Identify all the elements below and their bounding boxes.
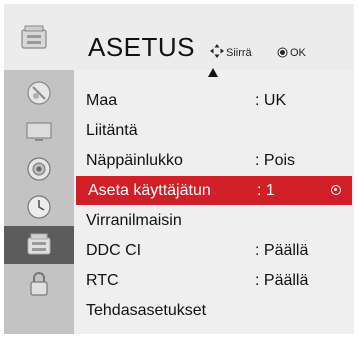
- menu-item-aseta-kayttajatun[interactable]: Aseta käyttäjätun : 1: [76, 176, 352, 205]
- menu-item-label: Tehdasasetukset: [86, 302, 207, 319]
- menu-item-label: Maa: [86, 92, 118, 109]
- menu-item-tehdasasetukset[interactable]: Tehdasasetukset: [74, 296, 354, 325]
- settings-list: Maa : UK Liitäntä Näppäinlukko : Pois As…: [74, 70, 354, 334]
- sidebar-item-lock[interactable]: [4, 264, 74, 302]
- menu-item-value: : Pois: [255, 152, 296, 169]
- menu-item-virranilmaisin[interactable]: Virranilmaisin: [74, 206, 354, 235]
- menu-item-label: RTC: [86, 272, 119, 289]
- menu-item-label: Aseta käyttäjätun: [88, 182, 211, 199]
- lock-icon: [30, 272, 48, 296]
- satellite-dish-icon: [27, 81, 51, 105]
- tv-monitor-icon: [26, 122, 52, 141]
- menu-item-rtc[interactable]: RTC : Päällä: [74, 266, 354, 295]
- ok-hint: OK: [290, 47, 306, 59]
- sidebar-item-channel[interactable]: [4, 74, 74, 112]
- setup-box-icon: [27, 233, 51, 255]
- menu-item-liitanta[interactable]: Liitäntä: [74, 116, 354, 145]
- setup-menu-window: ASETUS Siirrä OK Maa: UK Liitäntä Näppä…: [4, 4, 354, 334]
- sidebar-item-setup[interactable]: [4, 226, 74, 264]
- setup-box-icon: [21, 25, 47, 49]
- speaker-icon: [27, 157, 51, 181]
- menu-item-label: Liitäntä: [86, 122, 138, 139]
- category-sidebar: [4, 70, 74, 334]
- menu-item-value: : 1: [257, 182, 275, 199]
- menu-item-nappainlukko[interactable]: Näppäinlukko : Pois: [74, 146, 354, 175]
- clock-icon: [27, 195, 51, 219]
- sidebar-item-audio[interactable]: [4, 150, 74, 188]
- menu-item-maa[interactable]: Maa : UK: [74, 86, 354, 115]
- menu-item-value: : Päällä: [255, 272, 309, 289]
- menu-header: ASETUS Siirrä OK: [4, 4, 354, 70]
- menu-item-ddc-ci[interactable]: DDC CI : Päällä: [74, 236, 354, 265]
- move-arrows-icon: [210, 44, 224, 58]
- menu-item-value: : Päällä: [255, 242, 309, 259]
- sidebar-item-picture[interactable]: [4, 112, 74, 150]
- selected-radio-icon: [331, 185, 341, 195]
- sidebar-item-time[interactable]: [4, 188, 74, 226]
- scroll-up-arrow-icon[interactable]: [208, 68, 218, 77]
- ok-button-icon: [280, 50, 285, 55]
- move-hint: Siirrä: [226, 47, 252, 59]
- menu-item-value: : UK: [255, 92, 287, 109]
- menu-item-label: DDC CI: [86, 242, 142, 259]
- menu-item-label: Näppäinlukko: [86, 152, 183, 169]
- page-title: ASETUS: [88, 32, 196, 62]
- menu-item-label: Virranilmaisin: [86, 212, 182, 229]
